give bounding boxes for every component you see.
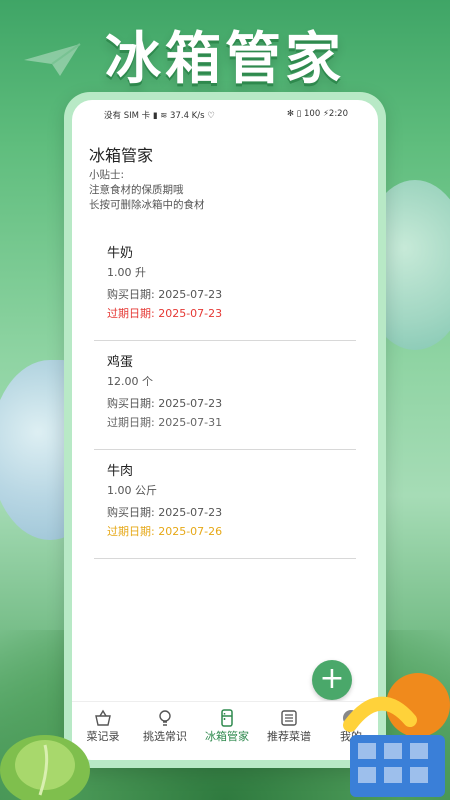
- list-icon: [281, 710, 297, 726]
- tips-block: 小贴士: 注意食材的保质期哦 长按可删除冰箱中的食材: [89, 168, 205, 213]
- status-bar: 没有 SIM 卡 ▮ ≋ 37.4 K/s ♡ ✻ ▯ 100 ⚡2:20: [72, 106, 378, 124]
- food-quantity: 1.00 升: [107, 266, 146, 279]
- tip-line: 长按可删除冰箱中的食材: [89, 199, 205, 211]
- expiry-date: 过期日期: 2025-07-23: [107, 307, 223, 320]
- tab-tips[interactable]: 挑选常识: [134, 708, 196, 744]
- vegetable-basket-decoration: [343, 673, 450, 797]
- cabbage-decoration: [0, 735, 90, 800]
- food-name: 牛肉: [107, 464, 134, 479]
- tips-heading: 小贴士:: [89, 169, 125, 181]
- status-left: 没有 SIM 卡 ▮ ≋ 37.4 K/s ♡: [104, 111, 215, 121]
- phone-frame: 没有 SIM 卡 ▮ ≋ 37.4 K/s ♡ ✻ ▯ 100 ⚡2:20 冰箱…: [64, 92, 386, 768]
- lightbulb-icon: [159, 710, 171, 726]
- food-name: 鸡蛋: [107, 355, 134, 370]
- tab-label: 推荐菜谱: [267, 730, 311, 743]
- expiry-date: 过期日期: 2025-07-26: [107, 525, 223, 538]
- food-quantity: 1.00 公斤: [107, 484, 157, 497]
- status-right: ✻ ▯ 100 ⚡2:20: [286, 109, 348, 119]
- app-screen: 没有 SIM 卡 ▮ ≋ 37.4 K/s ♡ ✻ ▯ 100 ⚡2:20 冰箱…: [72, 100, 378, 760]
- food-item[interactable]: 牛奶 1.00 升 购买日期: 2025-07-23 过期日期: 2025-07…: [94, 232, 356, 341]
- purchase-date: 购买日期: 2025-07-23: [107, 288, 223, 301]
- food-item[interactable]: 牛肉 1.00 公斤 购买日期: 2025-07-23 过期日期: 2025-0…: [94, 450, 356, 559]
- expiry-date: 过期日期: 2025-07-31: [107, 416, 223, 429]
- food-list: 牛奶 1.00 升 购买日期: 2025-07-23 过期日期: 2025-07…: [94, 232, 356, 559]
- tab-label: 挑选常识: [143, 730, 187, 743]
- bottom-tab-bar: 菜记录 挑选常识 冰箱管家 推荐菜谱 我的: [72, 701, 378, 760]
- tab-fridge[interactable]: 冰箱管家: [196, 708, 258, 744]
- tab-recipes[interactable]: 推荐菜谱: [258, 708, 320, 744]
- food-item[interactable]: 鸡蛋 12.00 个 购买日期: 2025-07-23 过期日期: 2025-0…: [94, 341, 356, 450]
- purchase-date: 购买日期: 2025-07-23: [107, 397, 223, 410]
- purchase-date: 购买日期: 2025-07-23: [107, 506, 223, 519]
- fridge-icon: [221, 709, 233, 727]
- page-title: 冰箱管家: [89, 146, 154, 165]
- banner-title: 冰箱管家: [105, 27, 345, 92]
- tab-label: 冰箱管家: [205, 730, 249, 743]
- food-name: 牛奶: [107, 246, 134, 261]
- tip-line: 注意食材的保质期哦: [89, 184, 184, 196]
- food-quantity: 12.00 个: [107, 375, 153, 388]
